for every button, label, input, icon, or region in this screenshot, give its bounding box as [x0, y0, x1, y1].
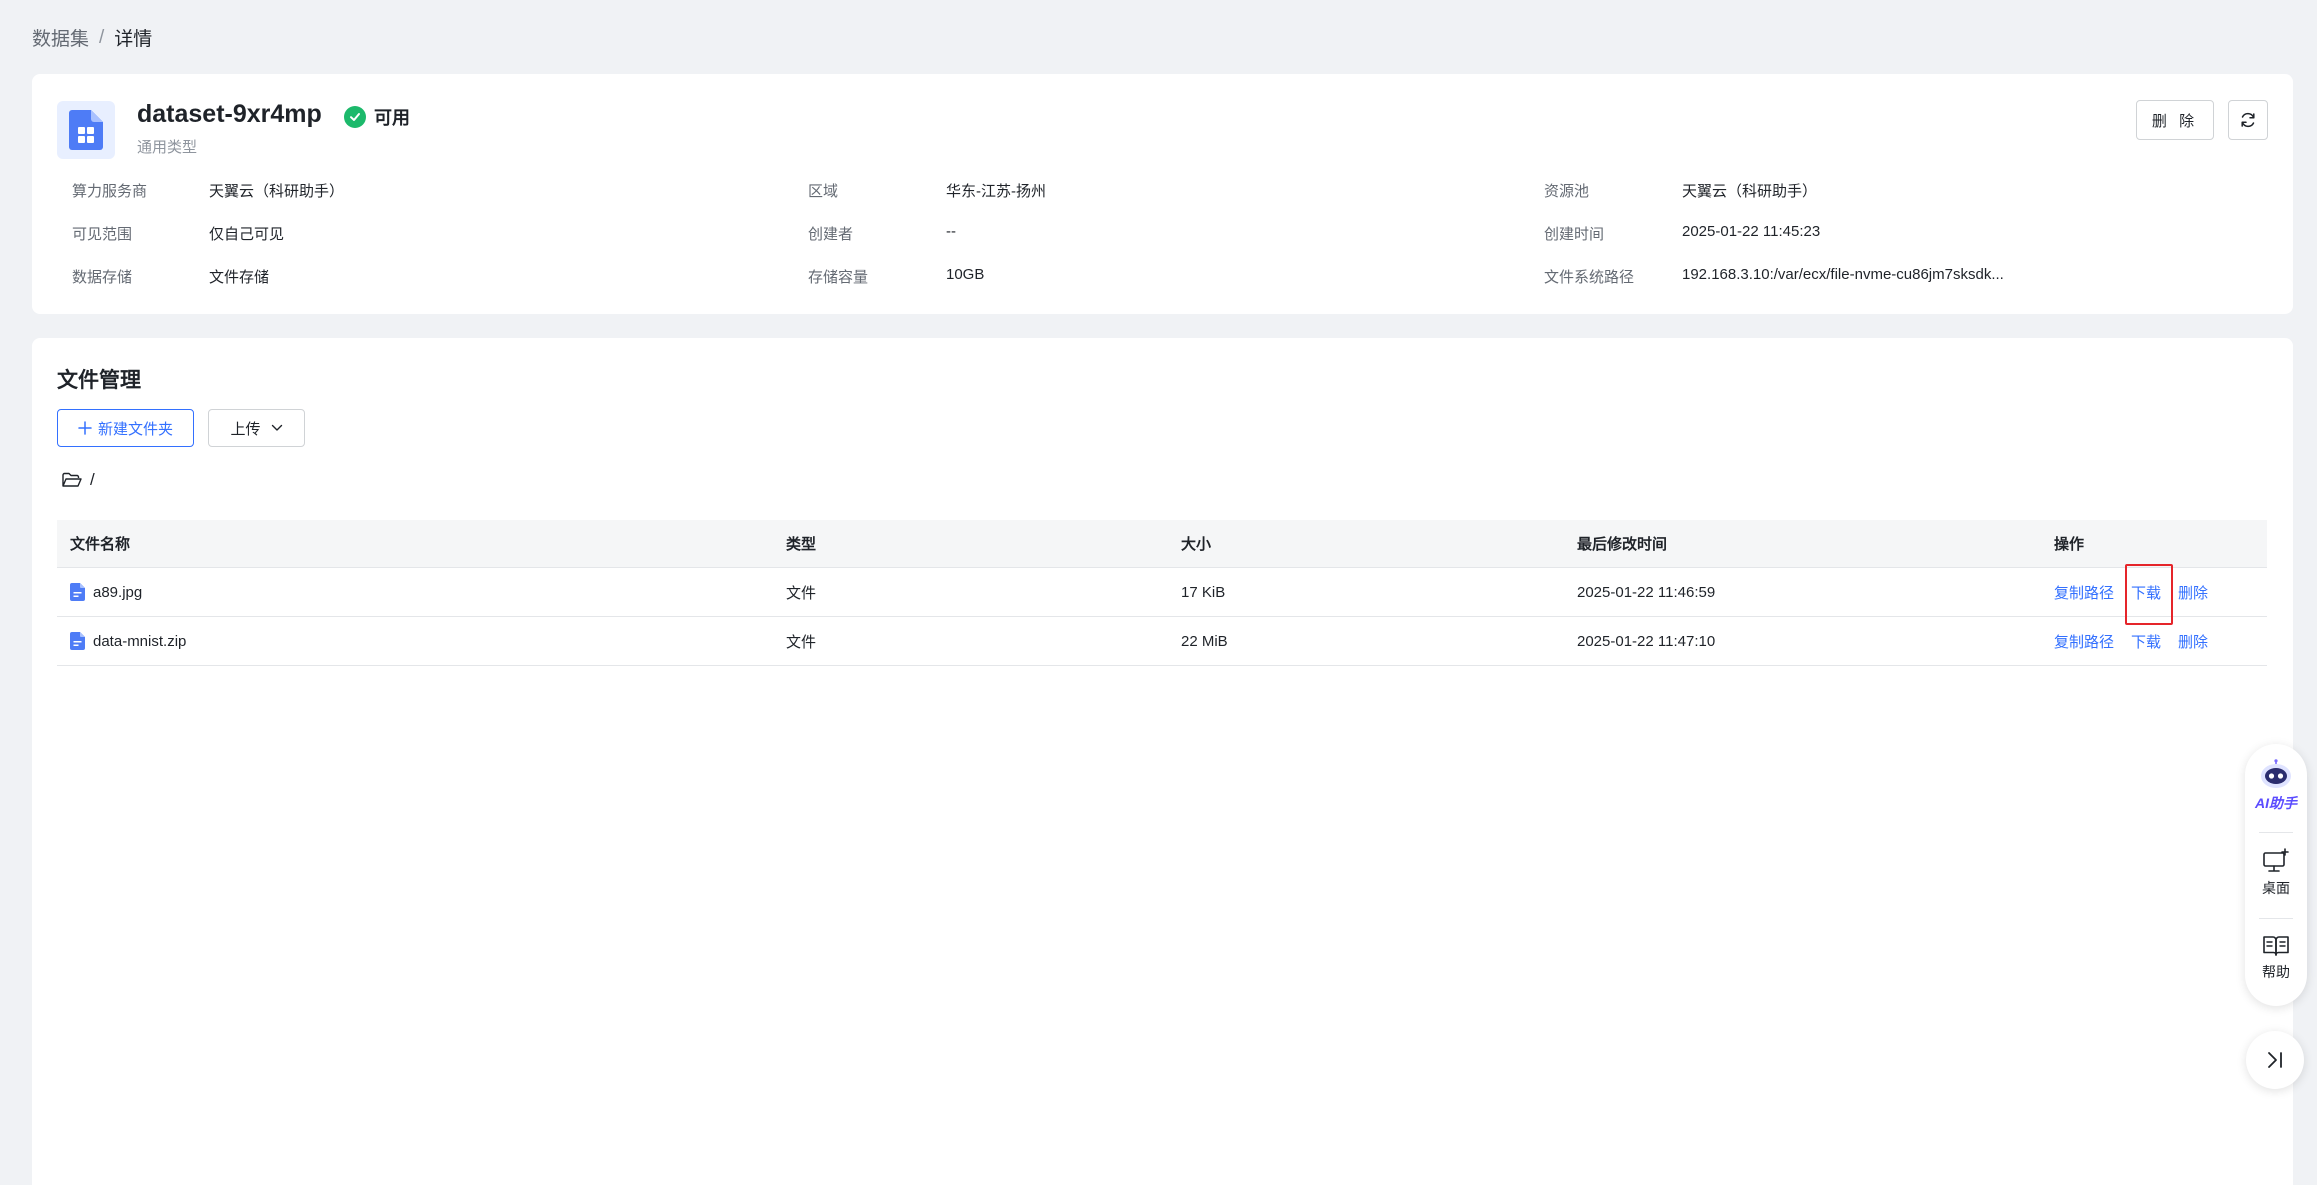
file-icon: [70, 632, 85, 650]
file-management-card: 文件管理 新建文件夹 上传 / 文件名称 类型 大小 最后修改时间 操作 a89…: [32, 338, 2293, 1185]
capacity-value: 10GB: [946, 266, 985, 283]
new-folder-button[interactable]: 新建文件夹: [57, 409, 194, 447]
status-badge: 可用: [344, 104, 410, 130]
check-circle-icon: [344, 106, 366, 128]
pool-value: 天翼云（科研助手）: [1682, 183, 1818, 200]
dataset-file-icon: [57, 101, 115, 159]
creator-label: 创建者: [808, 226, 854, 243]
fs-path-value: 192.168.3.10:/var/ecx/file-nvme-cu86jm7s…: [1682, 266, 2004, 283]
file-icon: [70, 583, 85, 601]
column-name-header: 文件名称: [70, 536, 131, 553]
region-value: 华东-江苏-扬州: [946, 183, 1046, 200]
help-label: 帮助: [2262, 964, 2290, 980]
file-size: 22 MiB: [1181, 632, 1228, 650]
collapse-right-icon: [2268, 1052, 2282, 1068]
file-modified: 2025-01-22 11:47:10: [1577, 632, 1716, 650]
column-size-header: 大小: [1181, 536, 1212, 553]
download-link[interactable]: 下载: [2131, 631, 2161, 652]
delete-file-link[interactable]: 删除: [2178, 582, 2208, 603]
upload-label: 上传: [230, 420, 261, 438]
file-modified: 2025-01-22 11:46:59: [1577, 583, 1716, 601]
creator-value: --: [946, 223, 956, 240]
column-modified-header: 最后修改时间: [1577, 536, 1668, 553]
plus-icon: [78, 421, 92, 435]
delete-file-link[interactable]: 删除: [2178, 631, 2208, 652]
file-type: 文件: [786, 584, 817, 602]
ai-assistant-label: AI助手: [2255, 795, 2297, 811]
breadcrumb: 数据集 / 详情: [32, 24, 152, 51]
visibility-value: 仅自己可见: [209, 226, 285, 243]
provider-label: 算力服务商: [72, 183, 148, 200]
visibility-label: 可见范围: [72, 226, 133, 243]
pool-label: 资源池: [1544, 183, 1590, 200]
dataset-type: 通用类型: [137, 139, 198, 156]
table-row: data-mnist.zip 文件 22 MiB 2025-01-22 11:4…: [57, 617, 2267, 666]
desktop-label: 桌面: [2262, 880, 2290, 896]
file-type: 文件: [786, 633, 817, 651]
upload-dropdown-button[interactable]: 上传: [208, 409, 305, 447]
delete-dataset-button[interactable]: 删 除: [2136, 100, 2214, 140]
folder-open-icon: [62, 472, 82, 487]
column-type-header: 类型: [786, 536, 817, 553]
file-actions: 复制路径 下载 删除: [2054, 563, 2208, 625]
help-button[interactable]: 帮助: [2245, 934, 2307, 982]
status-text: 可用: [374, 108, 410, 128]
refresh-icon: [2241, 112, 2255, 128]
column-ops-header: 操作: [2054, 536, 2085, 553]
provider-value: 天翼云（科研助手）: [209, 183, 345, 200]
file-name-cell[interactable]: a89.jpg: [70, 568, 142, 616]
dataset-info-card: dataset-9xr4mp 可用 通用类型 删 除 算力服务商 天翼云（科研助…: [32, 74, 2293, 314]
created-time-label: 创建时间: [1544, 226, 1605, 243]
file-management-title: 文件管理: [57, 369, 141, 392]
desktop-icon: [2263, 848, 2289, 872]
panel-divider: [2259, 832, 2293, 833]
breadcrumb-current: 详情: [114, 29, 153, 50]
current-path: /: [62, 470, 95, 490]
ai-assistant-button[interactable]: AI助手: [2245, 759, 2307, 813]
created-time-value: 2025-01-22 11:45:23: [1682, 223, 1821, 240]
panel-divider: [2259, 918, 2293, 919]
file-size: 17 KiB: [1181, 583, 1226, 601]
robot-icon: [2261, 759, 2291, 788]
file-actions: 复制路径 下载 删除: [2054, 617, 2208, 665]
dataset-name: dataset-9xr4mp: [137, 100, 322, 128]
collapse-panel-button[interactable]: [2246, 1031, 2304, 1089]
copy-path-link[interactable]: 复制路径: [2054, 631, 2114, 652]
page: 数据集 / 详情 dataset-9xr4mp 可用 通用类型 删 除 算力服务…: [7, 0, 2317, 1185]
breadcrumb-separator: /: [99, 26, 105, 48]
floating-toolbar: AI助手 桌面 帮助: [2245, 744, 2307, 1006]
fs-path-label: 文件系统路径: [1544, 269, 1635, 286]
capacity-label: 存储容量: [808, 269, 869, 286]
file-name: a89.jpg: [93, 583, 143, 601]
refresh-button[interactable]: [2228, 100, 2268, 140]
table-header: 文件名称 类型 大小 最后修改时间 操作: [57, 520, 2267, 568]
file-table: 文件名称 类型 大小 最后修改时间 操作 a89.jpg 文件 17 KiB 2…: [57, 520, 2267, 666]
new-folder-label: 新建文件夹: [97, 420, 173, 438]
breadcrumb-datasets-link[interactable]: 数据集: [32, 24, 89, 51]
table-row: a89.jpg 文件 17 KiB 2025-01-22 11:46:59 复制…: [57, 563, 2267, 625]
book-icon: [2263, 936, 2289, 956]
chevron-down-icon: [271, 424, 282, 431]
region-label: 区域: [808, 183, 839, 200]
download-link[interactable]: 下载: [2125, 563, 2174, 625]
storage-value: 文件存储: [209, 269, 270, 286]
file-name-cell[interactable]: data-mnist.zip: [70, 617, 186, 665]
desktop-button[interactable]: 桌面: [2245, 848, 2307, 898]
copy-path-link[interactable]: 复制路径: [2054, 582, 2114, 603]
storage-label: 数据存储: [72, 269, 133, 286]
path-text: /: [90, 470, 95, 489]
file-name: data-mnist.zip: [93, 632, 187, 650]
